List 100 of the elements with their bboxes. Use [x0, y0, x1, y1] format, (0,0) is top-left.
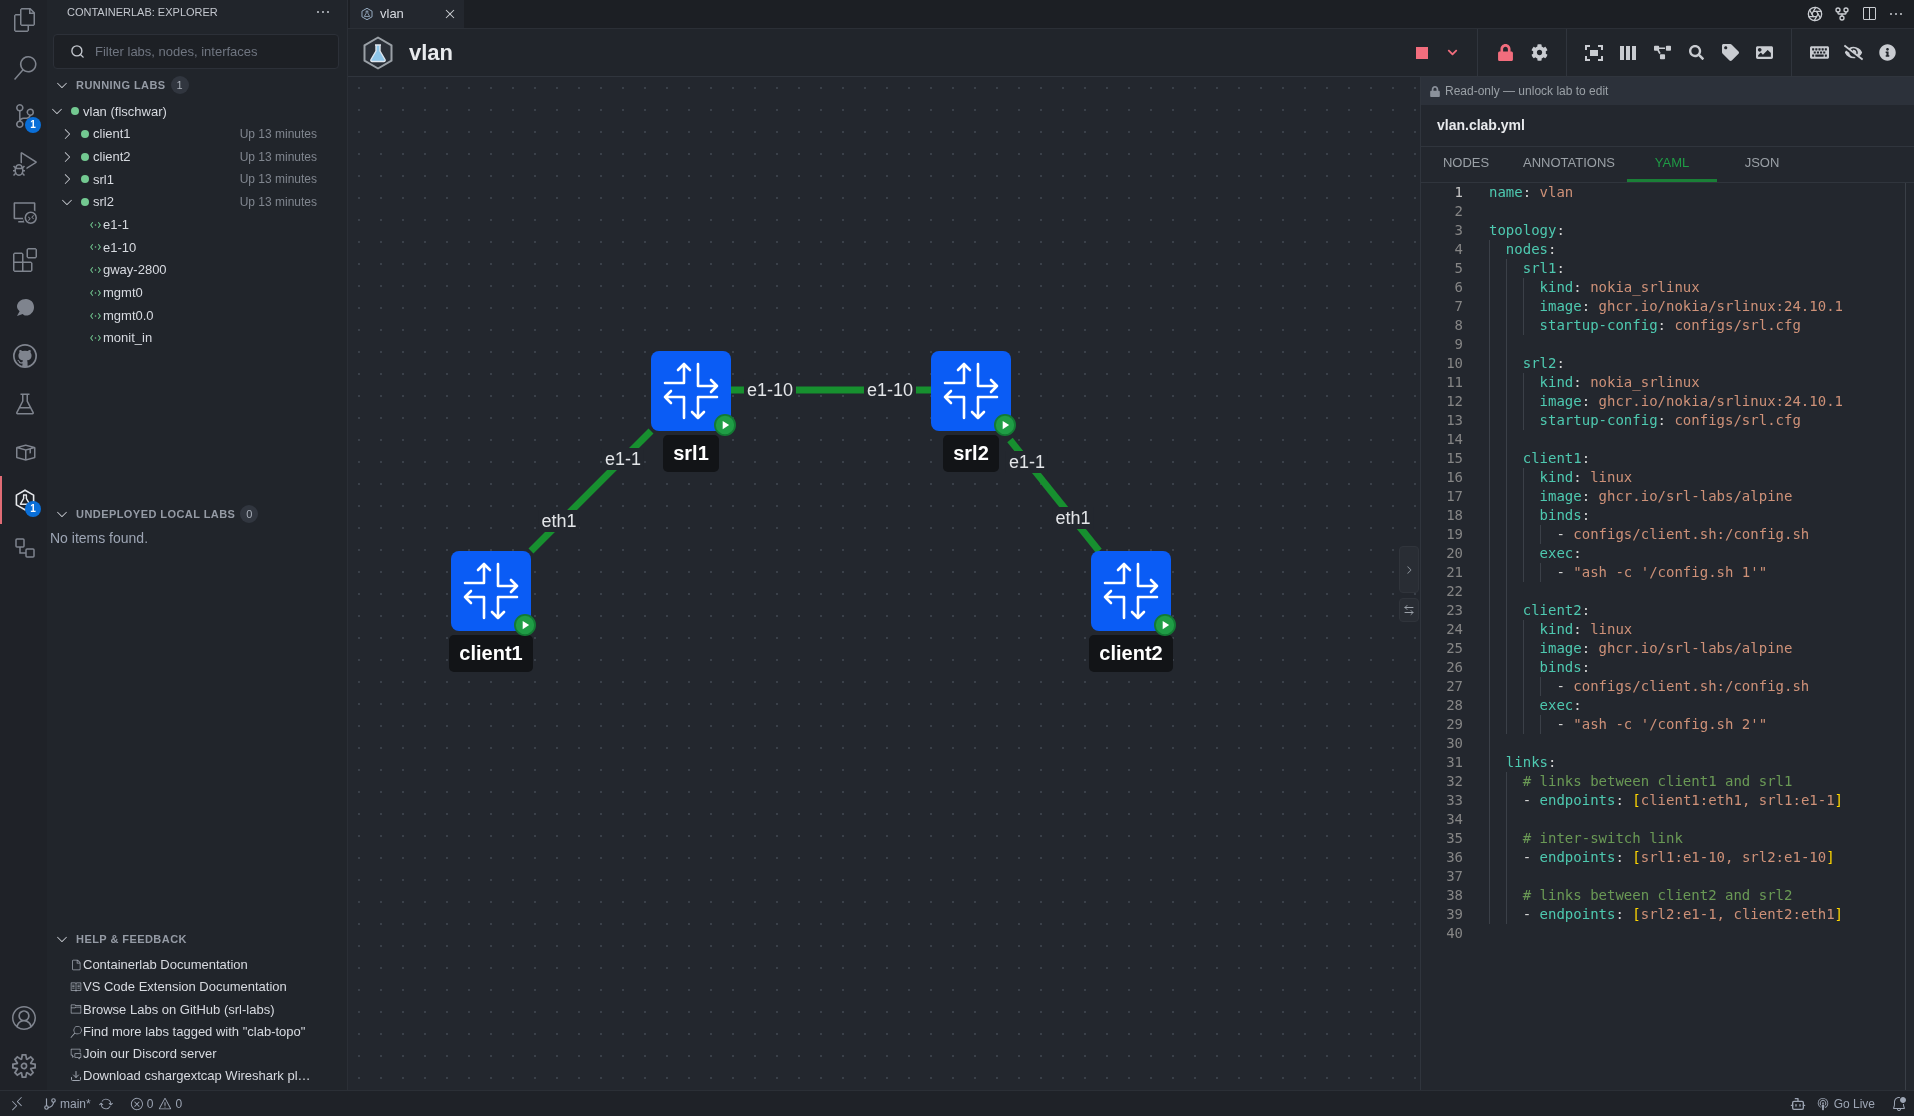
code-line: client1: [1521, 449, 1591, 468]
eye-off-icon[interactable] [1843, 44, 1863, 61]
tree-item-label[interactable]: mgmt0 [103, 283, 143, 303]
problems-button[interactable]: 0 0 [129, 1094, 183, 1113]
interface-icon [90, 334, 101, 343]
keyboard-icon[interactable] [1809, 44, 1829, 61]
router-icon[interactable] [451, 551, 531, 631]
cat-silhouette-icon[interactable] [12, 344, 37, 368]
tree-item-label[interactable]: gway-2800 [103, 260, 167, 280]
fork-icon[interactable] [1834, 6, 1850, 22]
editor-tab[interactable]: vlan [350, 0, 464, 28]
code-line: exec: [1538, 696, 1582, 715]
tree-item-label[interactable]: mgmt0.0 [103, 305, 154, 326]
code-line: image: ghcr.io/nokia/srlinux:24.10.1 [1538, 297, 1843, 316]
count-badge: 1 [25, 501, 41, 517]
branch-button[interactable]: main* [43, 1094, 91, 1113]
tree-item-label[interactable]: srl1 [93, 169, 114, 190]
node-label: srl2 [943, 435, 999, 472]
line-number: 30 [1445, 734, 1463, 753]
flask-hexagon-icon [360, 7, 374, 21]
tree-item-label[interactable]: e1-1 [103, 215, 130, 235]
line-number: 12 [1445, 392, 1463, 411]
help-link[interactable]: Download cshargextcap Wireshark pl… [83, 1066, 311, 1086]
lock-icon[interactable] [1497, 44, 1513, 61]
bell-icon[interactable] [1891, 1095, 1907, 1112]
search-input[interactable]: Filter labs, nodes, interfaces [95, 35, 330, 68]
interface-icon [90, 288, 101, 297]
code-line: - configs/client.sh:/config.sh [1555, 525, 1810, 544]
chevron-down-icon[interactable] [1446, 47, 1458, 58]
linked-squares-icon[interactable] [12, 536, 37, 560]
tree-item-label[interactable]: srl2 [93, 192, 114, 212]
router-icon[interactable] [931, 351, 1011, 431]
settings-icon[interactable] [11, 1054, 36, 1078]
status-text: Up 13 minutes [239, 148, 317, 166]
code-line: - "ash -c '/config.sh 1'" [1555, 563, 1768, 582]
branch-icon [43, 1096, 57, 1111]
line-number: 29 [1445, 715, 1463, 734]
swap-panel-button[interactable] [1399, 598, 1419, 622]
section-header[interactable]: RUNNING LABS 1 [47, 74, 347, 96]
tree-item-label[interactable]: e1-10 [103, 237, 137, 258]
extensions-icon[interactable] [12, 248, 37, 272]
info-icon[interactable] [1878, 44, 1896, 61]
sync-icon[interactable] [98, 1096, 113, 1111]
frame-corners-icon[interactable] [1585, 44, 1603, 61]
router-icon[interactable] [651, 351, 731, 431]
code-line: srl1: [1521, 259, 1565, 278]
help-link[interactable]: Containerlab Documentation [83, 955, 248, 975]
tree-item-label[interactable]: client2 [93, 146, 131, 167]
error-count: 0 [146, 1095, 154, 1113]
line-number: 21 [1445, 563, 1463, 582]
search-icon[interactable] [12, 56, 37, 80]
remote-explorer-icon[interactable] [12, 200, 37, 224]
account-icon[interactable] [11, 1006, 36, 1030]
panel-tab[interactable]: ANNOTATIONS [1511, 147, 1627, 182]
count-badge: 1 [25, 117, 41, 133]
diagram-icon[interactable] [1653, 44, 1671, 61]
link-label: e1-1 [602, 448, 644, 470]
line-number: 18 [1445, 506, 1463, 525]
robot-icon[interactable] [1789, 1095, 1806, 1112]
lock-icon [1430, 85, 1440, 97]
router-icon[interactable] [1091, 551, 1171, 631]
tree-item-label[interactable]: vlan (flschwar) [83, 101, 167, 122]
line-number: 9 [1453, 335, 1463, 354]
help-link[interactable]: Join our Discord server [83, 1043, 217, 1064]
tree-item-label[interactable]: monit_in [103, 328, 153, 348]
panel-tab[interactable]: NODES [1421, 147, 1511, 182]
section-header[interactable]: HELP & FEEDBACK [47, 927, 347, 950]
tag-icon[interactable] [1721, 44, 1739, 61]
help-link[interactable]: Find more labs tagged with "clab-topo" [83, 1021, 306, 1042]
search-field[interactable]: Filter labs, nodes, interfaces [53, 34, 339, 69]
panel-tab[interactable]: JSON [1716, 147, 1807, 182]
help-link[interactable]: Browse Labs on GitHub (srl-labs) [83, 999, 275, 1020]
remote-icon[interactable] [9, 1095, 25, 1112]
folder-icon [70, 1003, 82, 1016]
code-line: srl2: [1521, 354, 1565, 373]
split-editor-icon[interactable] [1861, 6, 1877, 22]
help-link[interactable]: VS Code Extension Documentation [83, 977, 287, 997]
panel-tab[interactable]: YAML [1626, 147, 1717, 182]
line-number: 31 [1445, 753, 1463, 772]
aperture-icon[interactable] [1807, 6, 1823, 22]
broadcast-icon [1815, 1096, 1830, 1111]
search-icon[interactable] [1688, 45, 1704, 60]
error-icon [129, 1096, 144, 1111]
image-icon[interactable] [1755, 44, 1773, 61]
files-icon[interactable] [12, 8, 37, 32]
line-number: 28 [1445, 696, 1463, 715]
settings-icon[interactable] [1530, 44, 1548, 61]
tree-item-label[interactable]: client1 [93, 124, 131, 144]
sidebar-title: CONTAINERLAB: EXPLORER [67, 4, 218, 20]
line-number: 15 [1445, 449, 1463, 468]
line-number: 33 [1445, 791, 1463, 810]
go-live-button[interactable]: Go Live [1815, 1094, 1875, 1113]
warning-count: 0 [175, 1095, 183, 1113]
swap-icon [1403, 604, 1415, 616]
columns-icon[interactable] [1620, 45, 1636, 60]
run-debug-icon[interactable] [12, 152, 37, 176]
code-line: binds: [1538, 658, 1591, 677]
stop-icon[interactable] [1416, 46, 1428, 59]
section-header[interactable]: UNDEPLOYED LOCAL LABS 0 [47, 503, 347, 525]
empty-message: No items found. [50, 529, 149, 548]
